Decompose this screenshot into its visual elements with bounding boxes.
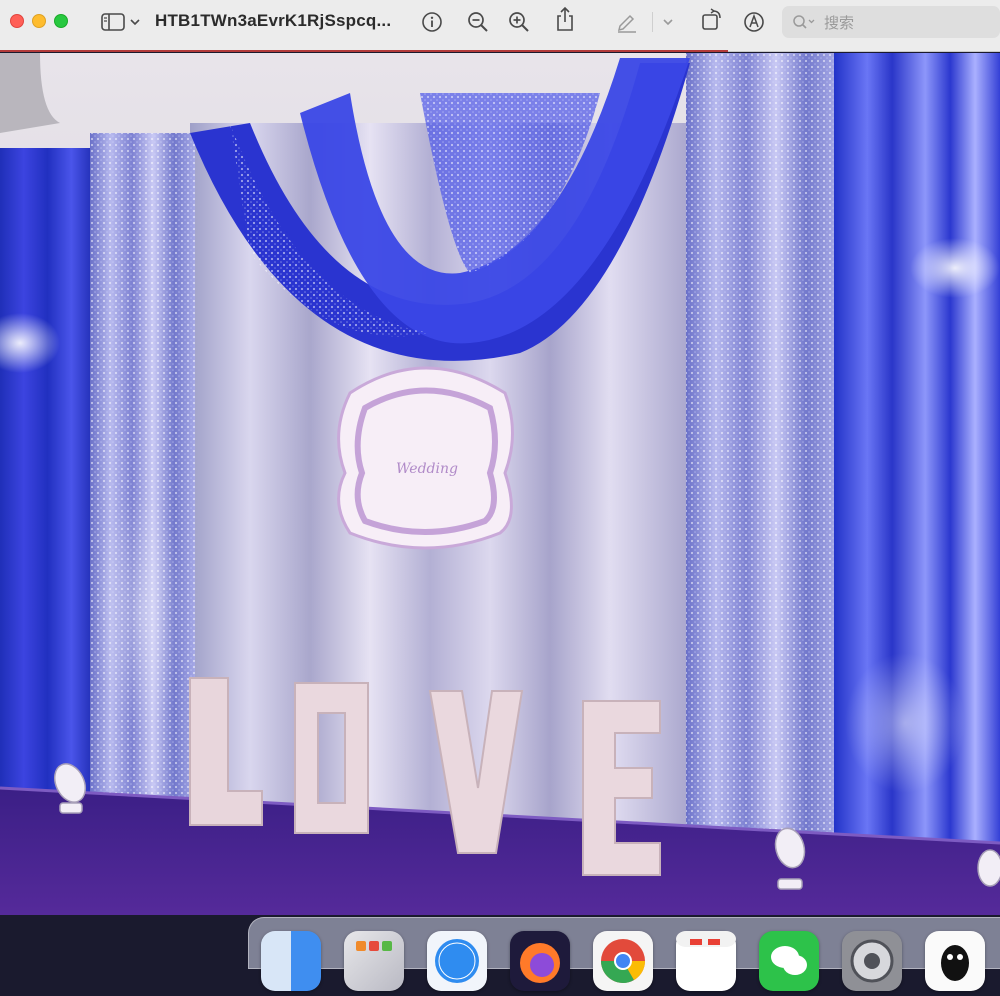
firefox-icon[interactable] bbox=[510, 931, 570, 991]
dock bbox=[248, 917, 1000, 991]
zoom-out-icon[interactable] bbox=[466, 10, 490, 34]
rotate-icon[interactable] bbox=[700, 7, 724, 31]
chevron-down-icon[interactable] bbox=[660, 10, 676, 34]
minimize-window-button[interactable] bbox=[32, 14, 46, 28]
launchpad-icon[interactable] bbox=[344, 931, 404, 991]
sign-text: Wedding bbox=[396, 461, 458, 477]
calendar-icon[interactable] bbox=[676, 931, 736, 991]
close-window-button[interactable] bbox=[10, 14, 24, 28]
search-icon bbox=[792, 14, 816, 30]
share-icon[interactable] bbox=[553, 6, 577, 31]
system-preferences-icon[interactable] bbox=[842, 931, 902, 991]
window-accent-line bbox=[0, 50, 728, 52]
chrome-icon[interactable] bbox=[593, 931, 653, 991]
image-viewport[interactable]: Wedding bbox=[0, 53, 1000, 915]
zoom-in-icon[interactable] bbox=[507, 10, 531, 34]
info-icon[interactable] bbox=[420, 10, 444, 34]
spotlight bbox=[977, 849, 1000, 887]
search-placeholder: 搜索 bbox=[824, 13, 855, 32]
markup-pen-icon[interactable] bbox=[614, 10, 640, 34]
wedding-sign: Wedding bbox=[337, 366, 514, 550]
window-titlebar: HTB1TWn3aEvrK1RjSspcq... 搜索 bbox=[0, 0, 1000, 52]
wechat-icon[interactable] bbox=[759, 931, 819, 991]
letter-e bbox=[582, 700, 661, 876]
window-title: HTB1TWn3aEvrK1RjSspcq... bbox=[155, 11, 392, 30]
search-field[interactable]: 搜索 bbox=[782, 6, 1000, 38]
safari-icon[interactable] bbox=[427, 931, 487, 991]
qq-icon[interactable] bbox=[925, 931, 985, 991]
fullscreen-window-button[interactable] bbox=[54, 14, 68, 28]
wedding-backdrop-photo: Wedding bbox=[0, 53, 1000, 915]
annotate-icon[interactable] bbox=[742, 10, 766, 34]
finder-icon[interactable] bbox=[261, 931, 321, 991]
toolbar-divider bbox=[652, 12, 653, 32]
sidebar-toggle-icon[interactable] bbox=[100, 10, 126, 34]
chevron-down-icon[interactable] bbox=[128, 10, 142, 34]
